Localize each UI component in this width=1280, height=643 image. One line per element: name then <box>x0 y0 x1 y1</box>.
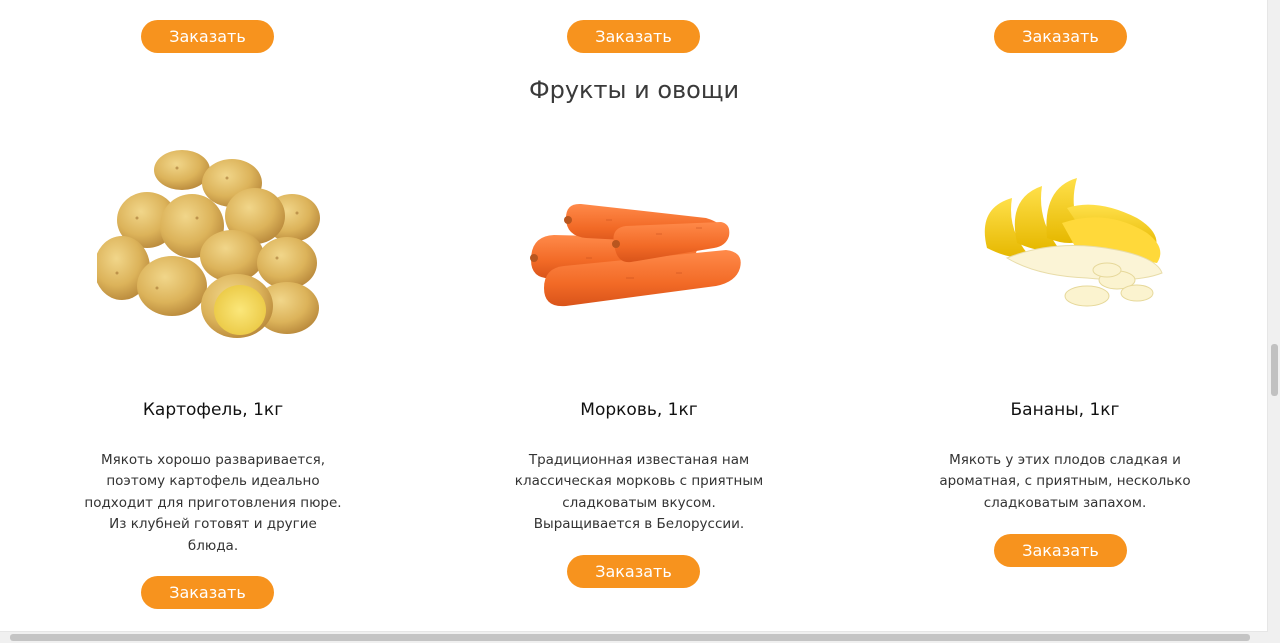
product-name: Бананы, 1кг <box>1010 400 1120 420</box>
vertical-scrollbar[interactable] <box>1267 0 1280 632</box>
product-description: Традиционная известаная нам классическая… <box>514 452 764 533</box>
product-name: Картофель, 1кг <box>142 400 284 420</box>
order-button[interactable]: Заказать <box>567 555 700 588</box>
product-card: Бананы, 1кг Мякоть у этих плодов сладкая… <box>852 0 1268 632</box>
potato-image <box>94 138 327 368</box>
carrot-image <box>526 138 756 368</box>
product-card: Морковь, 1кг Традиционная известаная нам… <box>426 0 852 632</box>
horizontal-scrollbar[interactable] <box>0 631 1268 643</box>
product-description: Мякоть хорошо разваривается, поэтому кар… <box>84 452 342 554</box>
scrollbar-corner <box>1268 632 1280 643</box>
scrollbar-thumb[interactable] <box>1271 344 1278 396</box>
order-button[interactable]: Заказать <box>994 534 1127 567</box>
product-card: Картофель, 1кг Мякоть хорошо разваривает… <box>0 0 426 632</box>
product-name: Морковь, 1кг <box>580 400 698 420</box>
page-content: Заказать Заказать Заказать Фрукты и овощ… <box>0 0 1268 632</box>
scrollbar-thumb[interactable] <box>10 634 1250 641</box>
order-button[interactable]: Заказать <box>141 576 274 609</box>
banana-image <box>967 138 1197 368</box>
product-description: Мякоть у этих плодов сладкая и ароматная… <box>939 452 1191 511</box>
